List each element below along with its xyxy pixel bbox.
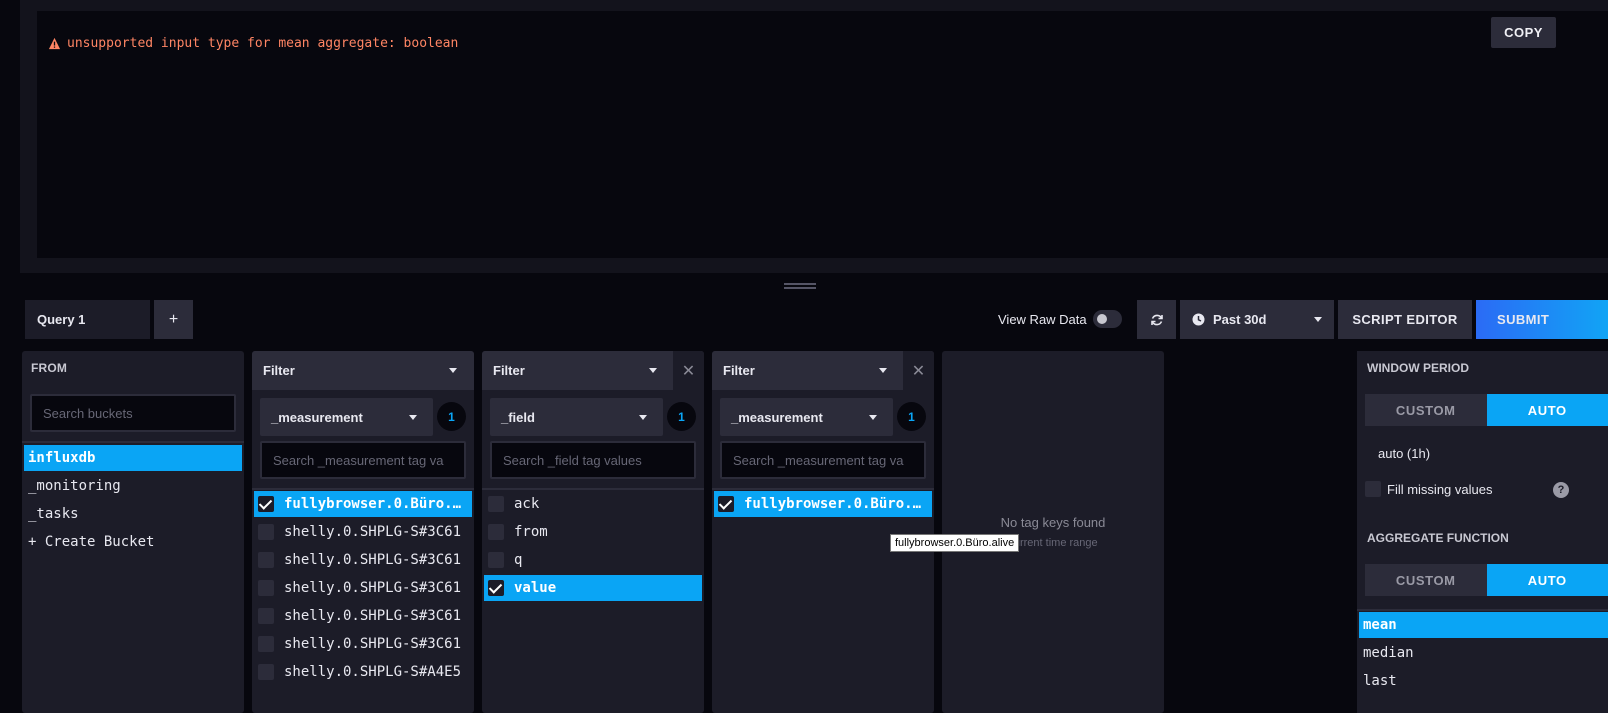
- filter-title: Filter: [263, 363, 295, 378]
- filter-header[interactable]: Filter ✕: [712, 351, 934, 390]
- add-query-button[interactable]: +: [154, 300, 193, 339]
- aggregate-item-last[interactable]: last: [1359, 668, 1608, 694]
- checkbox[interactable]: [258, 636, 274, 652]
- help-icon[interactable]: ?: [1553, 482, 1569, 498]
- refresh-button[interactable]: [1137, 300, 1176, 339]
- checkbox[interactable]: [258, 580, 274, 596]
- tooltip: fullybrowser.0.Büro.alive: [890, 534, 1020, 552]
- submit-button[interactable]: SUBMIT: [1476, 300, 1608, 339]
- aggregate-panel: WINDOW PERIOD CUSTOM AUTO auto (1h) Fill…: [1357, 351, 1608, 713]
- chevron-down-icon: [639, 415, 647, 420]
- checkbox[interactable]: [258, 496, 274, 512]
- close-icon[interactable]: ✕: [903, 351, 934, 390]
- selected-count-badge: 1: [667, 402, 696, 431]
- tag-search-input[interactable]: [490, 441, 696, 479]
- checkbox[interactable]: [488, 580, 504, 596]
- tag-value-item[interactable]: value: [484, 575, 702, 601]
- window-period-value: auto (1h): [1378, 446, 1431, 461]
- close-icon[interactable]: ✕: [673, 351, 704, 390]
- tag-search-input[interactable]: [720, 441, 926, 479]
- selected-count-badge: 1: [437, 402, 466, 431]
- window-period-custom-button[interactable]: CUSTOM: [1365, 394, 1487, 426]
- refresh-icon: [1150, 314, 1163, 325]
- window-period-toggle: CUSTOM AUTO: [1365, 394, 1608, 426]
- checkbox[interactable]: [258, 664, 274, 680]
- bucket-item-monitoring[interactable]: _monitoring: [24, 473, 242, 499]
- tag-value-item[interactable]: shelly.0.SHPLG-S#3C61: [254, 519, 472, 545]
- checkbox[interactable]: [488, 496, 504, 512]
- tag-value-item[interactable]: fullybrowser.0.Büro.alive: [254, 491, 472, 517]
- view-raw-data-toggle[interactable]: [1092, 310, 1122, 328]
- from-title: FROM: [31, 361, 68, 375]
- copy-button[interactable]: COPY: [1491, 17, 1556, 48]
- chevron-down-icon: [409, 415, 417, 420]
- tag-keys-empty-panel: No tag keys found current time range: [942, 351, 1164, 713]
- checkbox[interactable]: [1365, 481, 1381, 497]
- filter-panel-3: Filter ✕ _measurement 1 fullybrowser.0.B…: [712, 351, 934, 713]
- resize-handle[interactable]: [784, 283, 816, 289]
- tag-value-item[interactable]: from: [484, 519, 702, 545]
- error-text: unsupported input type for mean aggregat…: [67, 36, 459, 51]
- checkbox[interactable]: [258, 524, 274, 540]
- window-period-auto-button[interactable]: AUTO: [1486, 394, 1608, 426]
- tag-key-select[interactable]: _field: [490, 398, 663, 436]
- aggregate-item-median[interactable]: median: [1359, 640, 1608, 666]
- time-range-label: Past 30d: [1213, 312, 1267, 327]
- aggregate-function-title: AGGREGATE FUNCTION: [1367, 531, 1509, 545]
- time-range-dropdown[interactable]: Past 30d: [1180, 300, 1334, 339]
- create-bucket-button[interactable]: + Create Bucket: [24, 529, 242, 555]
- view-raw-data-label: View Raw Data: [998, 311, 1087, 327]
- checkbox[interactable]: [258, 608, 274, 624]
- checkbox[interactable]: [258, 552, 274, 568]
- bucket-item-tasks[interactable]: _tasks: [24, 501, 242, 527]
- window-period-title: WINDOW PERIOD: [1367, 361, 1469, 375]
- tag-value-item[interactable]: shelly.0.SHPLG-S#3C61: [254, 575, 472, 601]
- fill-missing-label: Fill missing values: [1387, 481, 1493, 497]
- view-raw-data-toggle-wrap: View Raw Data: [998, 310, 1122, 328]
- filter-header[interactable]: Filter: [252, 351, 474, 390]
- checkbox[interactable]: [488, 552, 504, 568]
- tag-value-item[interactable]: shelly.0.SHPLG-S#3C61: [254, 631, 472, 657]
- tag-search-input[interactable]: [260, 441, 466, 479]
- tag-key-select[interactable]: _measurement: [720, 398, 893, 436]
- from-panel: FROM influxdb _monitoring _tasks + Creat…: [22, 351, 244, 713]
- aggregate-toggle: CUSTOM AUTO: [1365, 564, 1608, 596]
- tag-key-label: _measurement: [271, 409, 363, 425]
- tag-key-select[interactable]: _measurement: [260, 398, 433, 436]
- warning-icon: [48, 37, 61, 50]
- filter-header[interactable]: Filter ✕: [482, 351, 704, 390]
- checkbox[interactable]: [718, 496, 734, 512]
- aggregate-item-mean[interactable]: mean: [1359, 612, 1608, 638]
- aggregate-custom-button[interactable]: CUSTOM: [1365, 564, 1487, 596]
- checkbox[interactable]: [488, 524, 504, 540]
- empty-state-message: No tag keys found: [1000, 515, 1106, 530]
- filter-panel-2: Filter ✕ _field 1 ack from q value: [482, 351, 704, 713]
- tag-key-label: _field: [501, 409, 535, 425]
- tag-value-item[interactable]: shelly.0.SHPLG-S#A4E5: [254, 659, 472, 685]
- chevron-down-icon: [1314, 317, 1322, 322]
- filter-panel-1: Filter _measurement 1 fullybrowser.0.Bür…: [252, 351, 474, 713]
- tag-value-item[interactable]: q: [484, 547, 702, 573]
- tag-key-label: _measurement: [731, 409, 823, 425]
- tag-value-item[interactable]: shelly.0.SHPLG-S#3C61: [254, 603, 472, 629]
- filter-title: Filter: [723, 363, 755, 378]
- bucket-item-influxdb[interactable]: influxdb: [24, 445, 242, 471]
- clock-icon: [1192, 313, 1205, 326]
- chevron-down-icon: [869, 415, 877, 420]
- selected-count-badge: 1: [897, 402, 926, 431]
- chevron-down-icon[interactable]: [649, 368, 657, 373]
- tag-value-item[interactable]: fullybrowser.0.Büro.alive: [714, 491, 932, 517]
- bucket-search-input[interactable]: [30, 394, 236, 432]
- script-editor-button[interactable]: SCRIPT EDITOR: [1338, 300, 1472, 339]
- tag-value-item[interactable]: ack: [484, 491, 702, 517]
- fill-missing-checkbox[interactable]: Fill missing values: [1365, 481, 1492, 497]
- tag-value-item[interactable]: shelly.0.SHPLG-S#3C61: [254, 547, 472, 573]
- filter-title: Filter: [493, 363, 525, 378]
- chevron-down-icon[interactable]: [449, 368, 457, 373]
- query-tab[interactable]: Query 1: [25, 300, 150, 339]
- aggregate-auto-button[interactable]: AUTO: [1486, 564, 1608, 596]
- error-message: unsupported input type for mean aggregat…: [48, 36, 458, 51]
- chevron-down-icon[interactable]: [879, 368, 887, 373]
